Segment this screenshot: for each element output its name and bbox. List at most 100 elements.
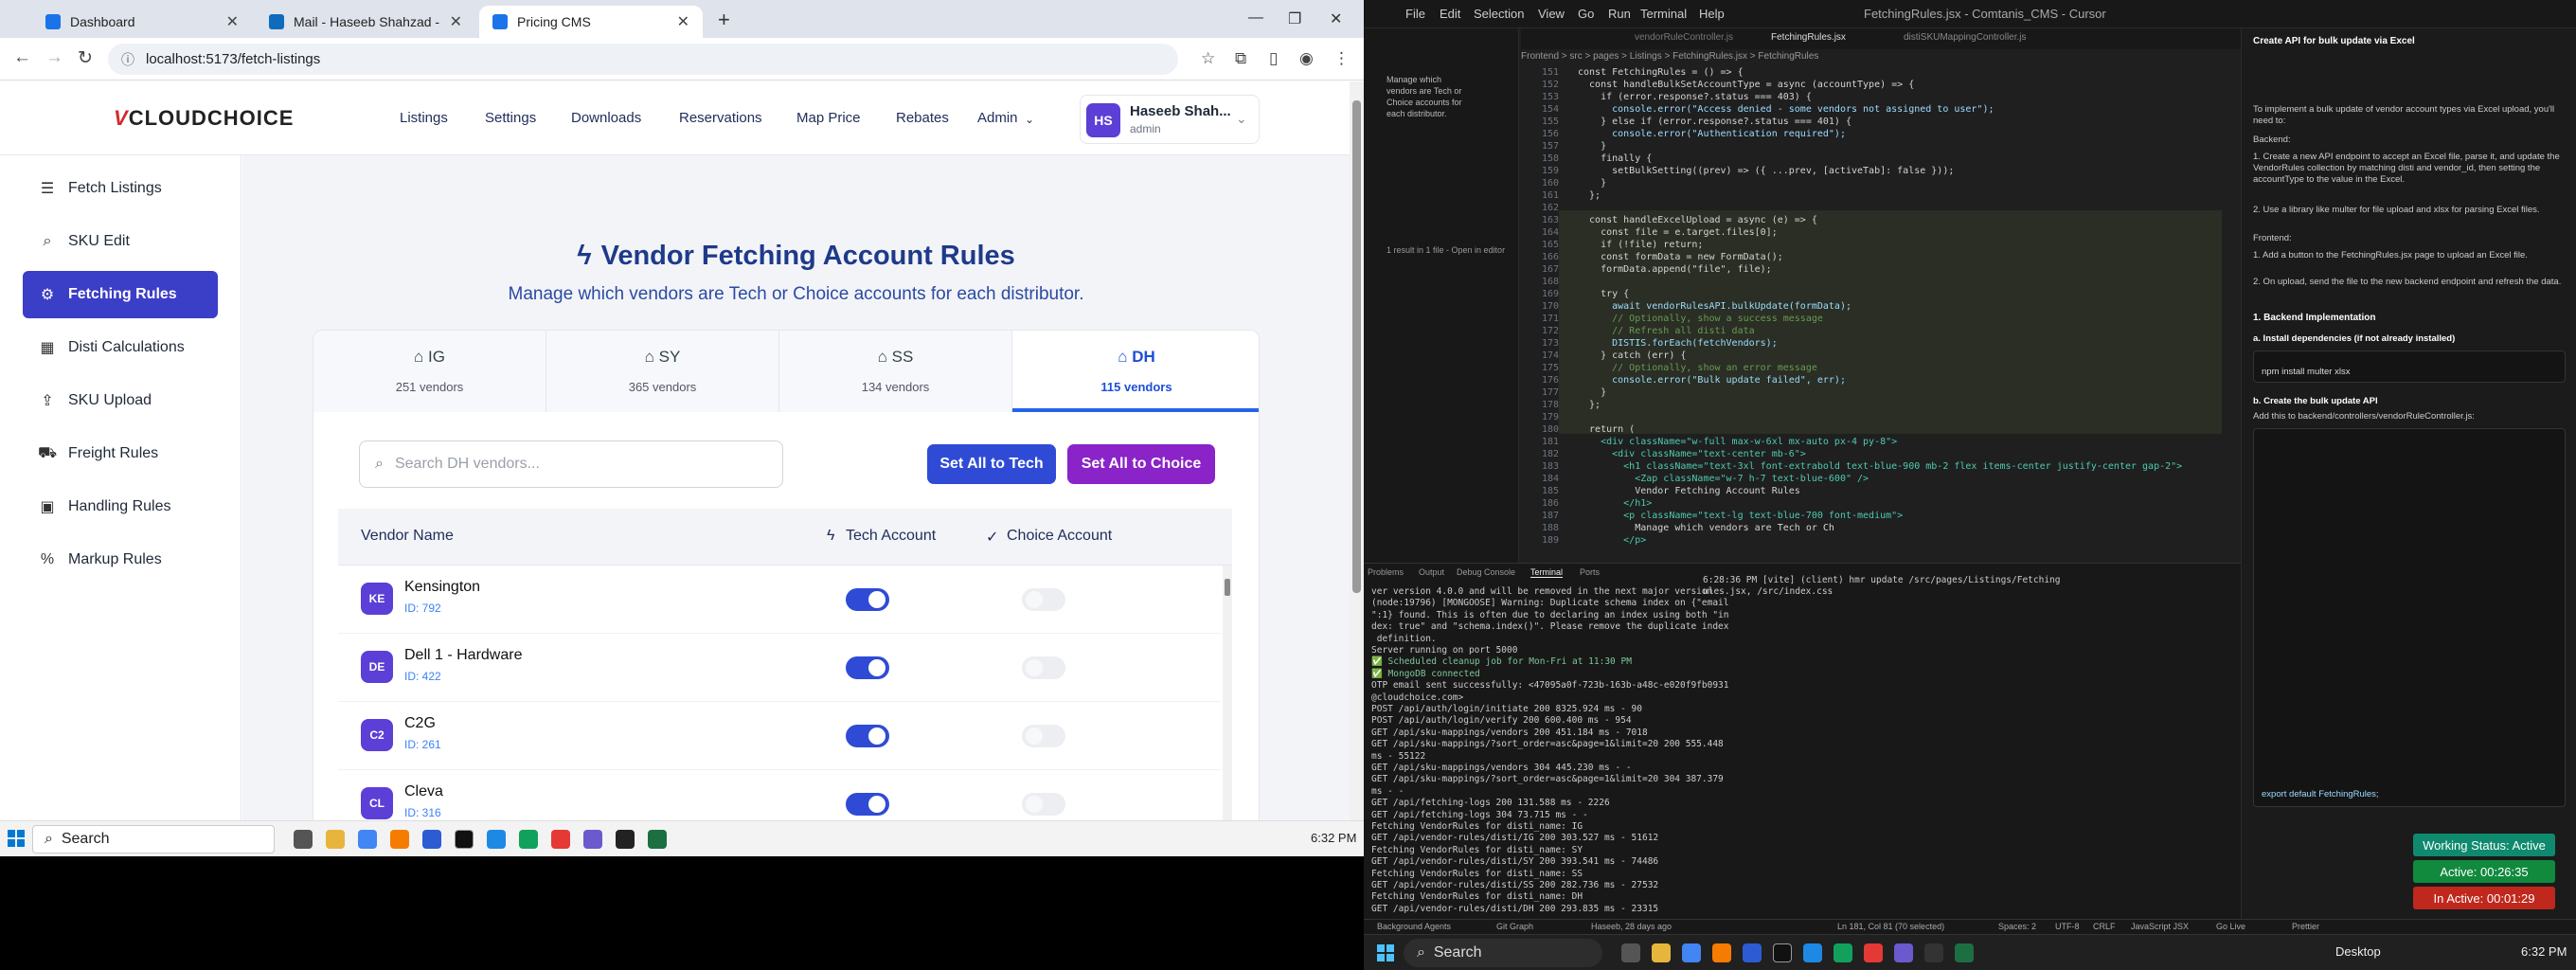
nav-listings[interactable]: Listings	[400, 110, 448, 126]
taskbar-clock[interactable]: 6:32 PM	[2521, 944, 2567, 959]
menu-view[interactable]: View	[1538, 7, 1565, 21]
status-item[interactable]: CRLF	[2093, 922, 2116, 931]
menu-help[interactable]: Help	[1699, 7, 1725, 21]
choice-toggle[interactable]	[1022, 725, 1065, 747]
user-menu[interactable]: HS Haseeb Shah... admin ⌄	[1080, 95, 1260, 144]
app-icon[interactable]	[583, 830, 602, 849]
file-explorer-icon[interactable]	[1652, 943, 1671, 962]
tech-toggle[interactable]	[846, 588, 889, 611]
chrome-icon[interactable]	[358, 830, 377, 849]
status-item[interactable]: Prettier	[2292, 922, 2319, 931]
tab-debug-console[interactable]: Debug Console	[1457, 567, 1515, 577]
app-icon[interactable]	[455, 830, 474, 849]
back-icon[interactable]: ←	[13, 47, 31, 68]
menu-file[interactable]: File	[1405, 7, 1425, 21]
cursor-icon[interactable]	[616, 830, 635, 849]
set-all-choice-button[interactable]: Set All to Choice	[1067, 444, 1215, 484]
nav-map-price[interactable]: Map Price	[796, 110, 861, 126]
desktop-label[interactable]: Desktop	[2335, 944, 2381, 959]
tab-disti-dh[interactable]: ⌂ DH 115 vendors	[1012, 331, 1259, 412]
app-icon[interactable]	[1773, 943, 1792, 962]
sidebar-item-fetch-listings[interactable]: ☰ Fetch Listings	[23, 165, 218, 212]
firefox-icon[interactable]	[1712, 943, 1731, 962]
admin-chevron-icon[interactable]: ⌄	[1025, 113, 1034, 126]
reload-icon[interactable]: ↻	[78, 47, 93, 69]
tech-toggle[interactable]	[846, 656, 889, 679]
terminal-vite-output[interactable]: 6:28:36 PM [vite] (client) hmr update /s…	[1703, 575, 2061, 599]
choice-toggle[interactable]	[1022, 656, 1065, 679]
cloudchoice-logo[interactable]: VCLOUDCHOICE	[114, 106, 294, 131]
windows-start-icon[interactable]	[1377, 944, 1394, 961]
excel-icon[interactable]	[1955, 943, 1974, 962]
app-icon[interactable]	[551, 830, 570, 849]
sidebar-item-freight-rules[interactable]: ⛟ Freight Rules	[23, 430, 218, 477]
sidebar-item-fetching-rules[interactable]: ⚙ Fetching Rules	[23, 271, 218, 318]
app-icon[interactable]	[1834, 943, 1852, 962]
choice-toggle[interactable]	[1022, 793, 1065, 816]
code-editor[interactable]: vendorRuleController.js FetchingRules.js…	[1521, 28, 2402, 563]
tab-disti-sy[interactable]: ⌂ SY 365 vendors	[546, 331, 779, 412]
app-icon[interactable]	[1864, 943, 1883, 962]
app-icon[interactable]	[519, 830, 538, 849]
excel-icon[interactable]	[648, 830, 667, 849]
nav-settings[interactable]: Settings	[485, 110, 536, 126]
menu-edit[interactable]: Edit	[1440, 7, 1460, 21]
zoom-icon[interactable]	[1743, 943, 1762, 962]
browser-tab-pricing-cms[interactable]: Pricing CMS ✕	[479, 6, 703, 38]
sidebar-item-disti-calculations[interactable]: ▦ Disti Calculations	[23, 324, 218, 371]
file-explorer-icon[interactable]	[326, 830, 345, 849]
firefox-icon[interactable]	[390, 830, 409, 849]
sidebar-item-sku-edit[interactable]: ⌕ SKU Edit	[23, 218, 218, 265]
forward-icon[interactable]: →	[45, 47, 63, 68]
taskbar-search[interactable]: ⌕ Search	[32, 825, 275, 853]
tab-terminal[interactable]: Terminal	[1530, 567, 1564, 578]
menu-icon[interactable]: ⋮	[1333, 49, 1350, 68]
scrollbar-thumb[interactable]	[1225, 579, 1230, 596]
status-item[interactable]: Go Live	[2216, 922, 2245, 931]
page-scrollbar[interactable]	[1350, 81, 1364, 820]
sidebar-item-sku-upload[interactable]: ⇪ SKU Upload	[23, 377, 218, 424]
editor-tab-active[interactable]: FetchingRules.jsx	[1771, 32, 1846, 43]
browser-tab-mail[interactable]: Mail - Haseeb Shahzad - Outlo ✕	[256, 6, 475, 38]
nav-rebates[interactable]: Rebates	[896, 110, 949, 126]
nav-admin[interactable]: Admin	[977, 110, 1018, 126]
tab-ports[interactable]: Ports	[1580, 567, 1600, 577]
editor-tab[interactable]: vendorRuleController.js	[1635, 32, 1733, 43]
sidepanel-icon[interactable]: ▯	[1269, 49, 1278, 68]
close-icon[interactable]: ✕	[450, 12, 462, 31]
cursor-icon[interactable]	[1924, 943, 1943, 962]
profile-icon[interactable]: ◉	[1299, 49, 1314, 68]
menu-run[interactable]: Run	[1608, 7, 1631, 21]
taskbar-clock[interactable]: 6:32 PM	[1311, 831, 1356, 845]
status-item[interactable]: Spaces: 2	[1998, 922, 2036, 931]
new-tab-icon[interactable]: +	[718, 8, 730, 32]
tab-disti-ss[interactable]: ⌂ SS 134 vendors	[779, 331, 1012, 412]
tab-problems[interactable]: Problems	[1368, 567, 1404, 577]
chrome-icon[interactable]	[1682, 943, 1701, 962]
tech-toggle[interactable]	[846, 793, 889, 816]
tech-toggle[interactable]	[846, 725, 889, 747]
menu-terminal[interactable]: Terminal	[1640, 7, 1687, 21]
tab-output[interactable]: Output	[1419, 567, 1444, 577]
minimize-icon[interactable]: —	[1248, 9, 1263, 27]
close-icon[interactable]: ✕	[226, 12, 239, 31]
tab-disti-ig[interactable]: ⌂ IG 251 vendors	[313, 331, 546, 412]
vendor-search-input[interactable]: ⌕ Search DH vendors...	[359, 440, 783, 488]
task-view-icon[interactable]	[294, 830, 313, 849]
set-all-tech-button[interactable]: Set All to Tech	[927, 444, 1056, 484]
browser-tab-dashboard[interactable]: Dashboard ✕	[32, 6, 252, 38]
windows-start-icon[interactable]	[8, 830, 25, 847]
choice-toggle[interactable]	[1022, 588, 1065, 611]
url-input[interactable]: ⓘ localhost:5173/fetch-listings	[108, 44, 1178, 75]
close-window-icon[interactable]: ✕	[1330, 9, 1342, 28]
nav-downloads[interactable]: Downloads	[571, 110, 641, 126]
task-view-icon[interactable]	[1621, 943, 1640, 962]
sidebar-item-markup-rules[interactable]: % Markup Rules	[23, 536, 218, 584]
status-item[interactable]: Background Agents	[1377, 922, 1451, 931]
status-item[interactable]: Haseeb, 28 days ago	[1591, 922, 1672, 931]
status-item[interactable]: Ln 181, Col 81 (70 selected)	[1837, 922, 1944, 931]
menu-go[interactable]: Go	[1578, 7, 1594, 21]
close-icon[interactable]: ✕	[677, 12, 689, 31]
nav-reservations[interactable]: Reservations	[679, 110, 762, 126]
vscode-icon[interactable]	[1803, 943, 1822, 962]
